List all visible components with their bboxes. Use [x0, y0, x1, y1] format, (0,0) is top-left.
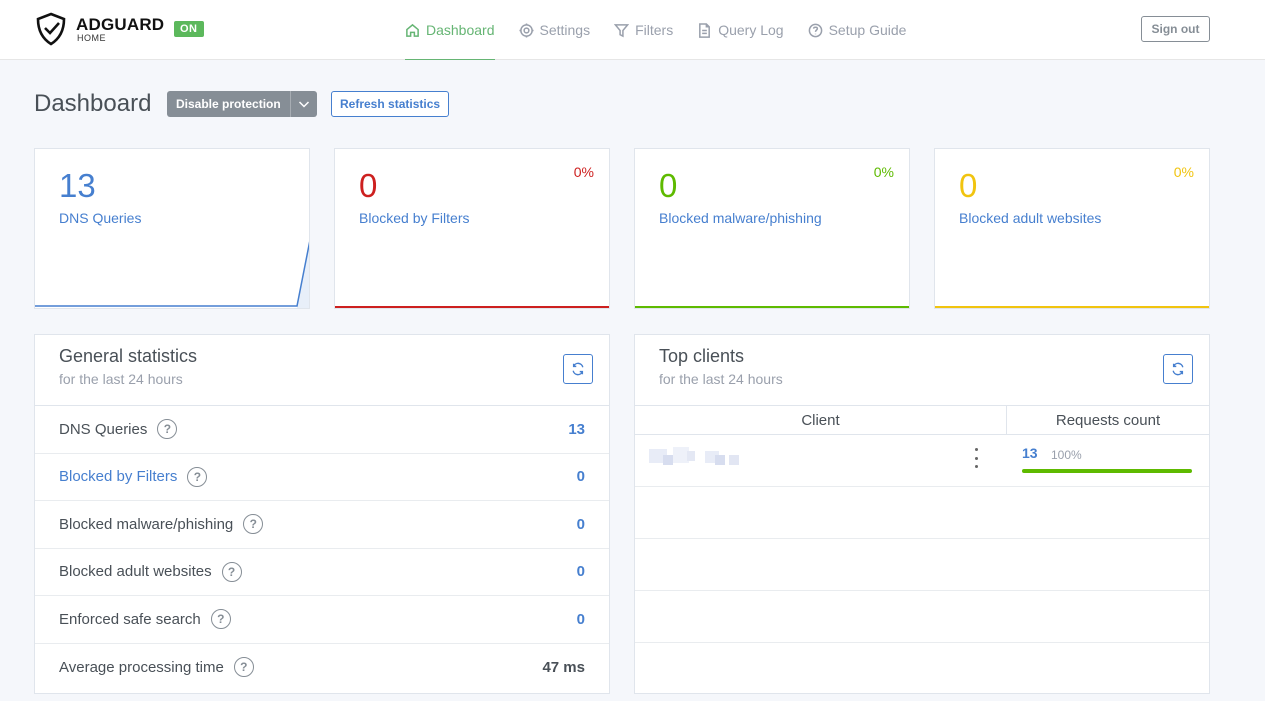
- nav-dashboard[interactable]: Dashboard: [405, 0, 495, 60]
- home-icon: [406, 23, 419, 37]
- card-label[interactable]: Blocked by Filters: [359, 210, 469, 226]
- column-header-requests[interactable]: Requests count: [1007, 406, 1209, 434]
- general-stats-list: DNS Queries ? 13 Blocked by Filters ? 0 …: [35, 405, 609, 691]
- nav-query-log-label: Query Log: [718, 22, 784, 38]
- nav-filters[interactable]: Filters: [614, 0, 673, 60]
- stat-row-blocked-malware: Blocked malware/phishing ? 0: [35, 501, 609, 549]
- queries-sparkline: [35, 241, 309, 308]
- stat-label: Blocked adult websites: [59, 563, 212, 581]
- stat-value[interactable]: 0: [577, 611, 585, 628]
- disable-protection-button-group: Disable protection: [167, 91, 317, 117]
- filter-icon: [614, 23, 630, 37]
- card-value: 0: [959, 167, 978, 204]
- card-value: 0: [359, 167, 378, 204]
- card-sparkline: [935, 306, 1209, 308]
- card-percent: 0%: [1173, 164, 1194, 180]
- nav-query-log[interactable]: Query Log: [697, 0, 784, 60]
- sign-out-button[interactable]: Sign out: [1141, 16, 1210, 42]
- help-circle-icon: [808, 23, 822, 37]
- panel-title: General statistics: [59, 346, 198, 366]
- top-clients-table: Client Requests count 13 100%: [635, 405, 1209, 643]
- request-share-bar: [1022, 469, 1192, 473]
- nav-settings[interactable]: Settings: [518, 0, 591, 60]
- card-dns-queries: 13 DNS Queries: [34, 148, 310, 309]
- help-icon[interactable]: ?: [157, 419, 178, 440]
- refresh-general-stats-button[interactable]: [563, 354, 593, 384]
- card-value: 0: [659, 167, 678, 204]
- gear-icon: [518, 22, 534, 38]
- help-icon[interactable]: ?: [243, 514, 264, 535]
- stat-row-avg-processing: Average processing time ? 47 ms: [35, 644, 609, 692]
- table-header: Client Requests count: [635, 406, 1209, 435]
- table-row-empty: [635, 591, 1209, 643]
- stat-value: 47 ms: [542, 658, 585, 676]
- refresh-icon: [572, 362, 584, 376]
- stat-label: Average processing time: [59, 658, 224, 676]
- stat-value[interactable]: 13: [568, 421, 585, 438]
- request-count: 13: [1022, 445, 1038, 461]
- card-percent: 0%: [573, 164, 594, 180]
- help-icon[interactable]: ?: [221, 561, 242, 582]
- nav-filters-label: Filters: [635, 22, 674, 38]
- stat-value[interactable]: 0: [577, 516, 585, 533]
- refresh-top-clients-button[interactable]: [1163, 354, 1193, 384]
- disable-protection-button[interactable]: Disable protection: [167, 91, 290, 117]
- nav-dashboard-label: Dashboard: [426, 22, 495, 38]
- column-header-client[interactable]: Client: [635, 406, 1007, 434]
- help-icon[interactable]: ?: [187, 466, 208, 487]
- panel-subtitle: for the last 24 hours: [659, 371, 783, 387]
- card-label[interactable]: Blocked adult websites: [959, 210, 1101, 226]
- stat-value[interactable]: 0: [577, 563, 585, 580]
- help-icon[interactable]: ?: [233, 657, 254, 678]
- panel-subtitle: for the last 24 hours: [59, 371, 183, 387]
- top-clients-panel: Top clients for the last 24 hours Client…: [634, 334, 1210, 694]
- brand-name: ADGUARD: [76, 15, 165, 34]
- main-nav: Dashboard Settings Filters Query Log Set…: [405, 0, 930, 60]
- card-blocked-filters: 0 Blocked by Filters 0%: [334, 148, 610, 309]
- card-label[interactable]: DNS Queries: [59, 210, 141, 226]
- table-row-empty: [635, 487, 1209, 539]
- card-percent: 0%: [873, 164, 894, 180]
- card-label[interactable]: Blocked malware/phishing: [659, 210, 822, 226]
- client-options-icon[interactable]: [971, 448, 981, 468]
- stat-row-blocked-filters: Blocked by Filters ? 0: [35, 454, 609, 501]
- table-row-empty: [635, 539, 1209, 591]
- request-percent: 100%: [1051, 448, 1082, 462]
- stat-label: Blocked malware/phishing: [59, 515, 234, 533]
- card-sparkline: [635, 306, 909, 308]
- top-header: ADGUARD HOME ON Dashboard Settings Filte…: [0, 0, 1265, 60]
- page-title: Dashboard: [34, 90, 152, 117]
- protection-status-badge: ON: [174, 21, 204, 37]
- chevron-down-icon: [298, 101, 309, 108]
- file-icon: [699, 22, 711, 38]
- stat-row-safe-search: Enforced safe search ? 0: [35, 596, 609, 644]
- stat-row-dns-queries: DNS Queries ? 13: [35, 406, 609, 454]
- disable-protection-dropdown[interactable]: [289, 91, 317, 117]
- adguard-logo[interactable]: ADGUARD HOME: [34, 12, 164, 46]
- card-blocked-malware: 0 Blocked malware/phishing 0%: [634, 148, 910, 309]
- nav-setup-guide-label: Setup Guide: [828, 22, 907, 38]
- nav-settings-label: Settings: [539, 22, 591, 38]
- refresh-icon: [1172, 362, 1184, 376]
- brand-sub: HOME: [77, 33, 106, 43]
- shield-logo-icon: [36, 12, 66, 46]
- card-value: 13: [59, 167, 96, 204]
- help-icon[interactable]: ?: [210, 609, 231, 630]
- general-statistics-panel: General statistics for the last 24 hours…: [34, 334, 610, 694]
- stat-label-link[interactable]: Blocked by Filters: [59, 468, 177, 485]
- stat-label: DNS Queries: [59, 420, 148, 438]
- card-sparkline: [335, 306, 609, 308]
- nav-setup-guide[interactable]: Setup Guide: [808, 0, 907, 60]
- client-ip-redacted: [649, 447, 739, 465]
- stat-row-blocked-adult: Blocked adult websites ? 0: [35, 549, 609, 596]
- panel-title: Top clients: [659, 346, 745, 366]
- card-blocked-adult: 0 Blocked adult websites 0%: [934, 148, 1210, 309]
- refresh-statistics-button[interactable]: Refresh statistics: [331, 91, 450, 117]
- stat-label: Enforced safe search: [59, 610, 201, 628]
- stat-value[interactable]: 0: [577, 468, 585, 485]
- table-row: 13 100%: [635, 435, 1209, 487]
